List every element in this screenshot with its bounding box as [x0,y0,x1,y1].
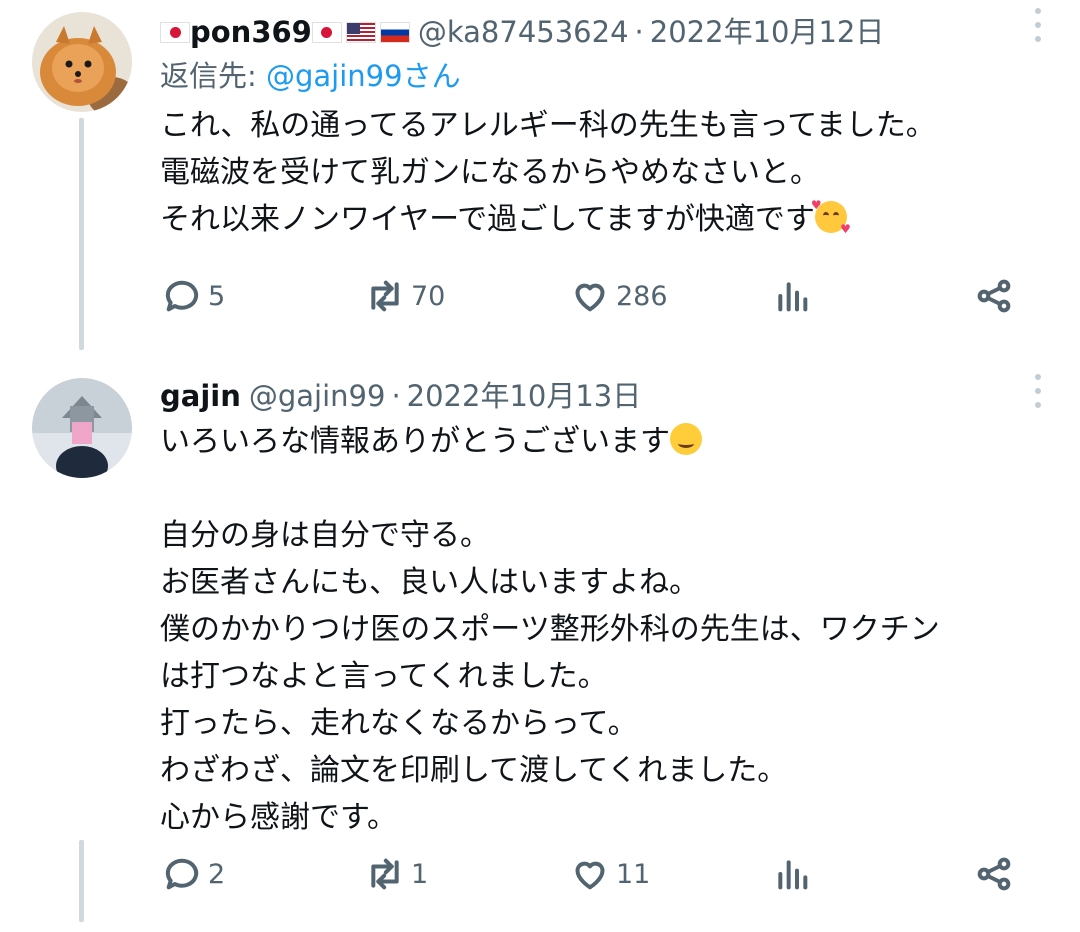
reply-count: 2 [208,858,226,890]
tweet-text-line-content: それ以来ノンワイヤーで過ごしてますが快適です [160,202,815,237]
retweet-count: 1 [411,858,429,890]
tweet-actions: 5 70 286 [160,274,1040,318]
share-button[interactable] [974,852,1014,896]
views-button[interactable] [772,852,812,896]
separator-dot: · [634,15,644,49]
avatar[interactable] [32,12,132,112]
tweet-text-line: それ以来ノンワイヤーで過ごしてますが快適です ♥ ♥ [160,196,1060,243]
smiling-face-emoji-icon [670,423,702,455]
views-button[interactable] [772,274,812,318]
tweet-date[interactable]: 2022年10月13日 [407,374,642,418]
pomeranian-avatar-image [32,12,132,112]
tweet-text-line: 僕のかかりつけ医のスポーツ整形外科の先生は、ワクチン [160,612,940,647]
views-icon [778,282,808,312]
russia-flag-icon [379,21,410,43]
like-icon [575,861,605,890]
tweet-text-line: は打つなよと言ってくれました。 [160,659,608,694]
like-count: 286 [616,280,668,312]
japan-flag-icon [160,21,190,43]
retweet-button[interactable]: 1 [365,852,428,896]
separator-dot: · [391,379,401,413]
like-button[interactable]: 286 [570,274,668,318]
like-button[interactable]: 11 [570,852,650,896]
tweet-date[interactable]: 2022年10月12日 [650,10,885,54]
user-handle[interactable]: @ka87453624 [418,10,629,54]
more-options-icon[interactable] [1034,8,1042,42]
like-count: 11 [616,858,651,890]
tweet-2[interactable]: gajin @gajin99 · 2022年10月13日 いろいろな情報ありがと… [0,350,1080,932]
avatar[interactable] [32,378,132,478]
reply-button[interactable]: 2 [162,852,225,896]
japan-flag-icon [311,21,342,43]
thread-line [79,840,84,922]
retweet-icon [371,280,399,312]
thread-line [79,118,84,350]
tweet-text-line-content: いろいろな情報ありがとうございます [160,424,670,459]
tweet-1[interactable]: pon369 @ka87453624 · 2022年10月12日 返信先: @g… [0,0,1080,350]
tweet-text-line: 自分の身は自分で守る。 [160,518,490,553]
more-options-icon[interactable] [1034,374,1042,408]
reply-prefix: 返信先: [160,59,266,93]
tweet-content: gajin @gajin99 · 2022年10月13日 いろいろな情報ありがと… [160,374,1060,841]
share-icon [977,857,1011,891]
tweet-text-line: 心から感謝です。 [160,800,397,835]
reply-mention-link[interactable]: @gajin99さん [266,59,461,93]
retweet-button[interactable]: 70 [365,274,445,318]
reply-count: 5 [208,280,226,312]
tweet-text-line: わざわざ、論文を印刷して渡してくれました。 [160,753,788,788]
person-avatar-image [32,378,132,478]
user-handle[interactable]: @gajin99 [249,374,386,418]
tweet-header: pon369 @ka87453624 · 2022年10月12日 [160,10,1060,54]
tweet-text-line: 電磁波を受けて乳ガンになるからやめなさいと。 [160,155,820,190]
tweet-content: pon369 @ka87453624 · 2022年10月12日 返信先: @g… [160,10,1060,243]
smiling-face-with-hearts-emoji-icon: ♥ ♥ [810,198,851,236]
share-icon [977,279,1011,313]
reply-button[interactable]: 5 [162,274,225,318]
reply-icon [165,858,199,890]
share-button[interactable] [974,274,1014,318]
tweet-text: いろいろな情報ありがとうございます 自分の身は自分で守る。 お医者さんにも、良い… [160,418,1060,841]
views-icon [778,860,808,890]
retweet-icon [371,858,399,890]
like-icon [575,283,605,312]
us-flag-icon [345,21,376,43]
tweet-text-line: これ、私の通ってるアレルギー科の先生も言ってました。 [160,108,936,143]
tweet-text-line: いろいろな情報ありがとうございます [160,418,1060,465]
tweet-text-line: 打ったら、走れなくなるからって。 [160,706,638,741]
tweet-text: これ、私の通ってるアレルギー科の先生も言ってました。 電磁波を受けて乳ガンになる… [160,102,1060,243]
display-name[interactable]: gajin [160,374,241,418]
tweet-header: gajin @gajin99 · 2022年10月13日 [160,374,1060,418]
display-name-text: pon369 [190,15,312,49]
reply-to: 返信先: @gajin99さん [160,54,1060,98]
reply-icon [165,280,199,312]
display-name[interactable]: pon369 [160,10,410,54]
tweet-text-line [160,465,1060,512]
retweet-count: 70 [411,280,446,312]
tweet-actions: 2 1 11 [160,852,1040,896]
tweet-text-line: お医者さんにも、良い人はいますよね。 [160,565,700,600]
